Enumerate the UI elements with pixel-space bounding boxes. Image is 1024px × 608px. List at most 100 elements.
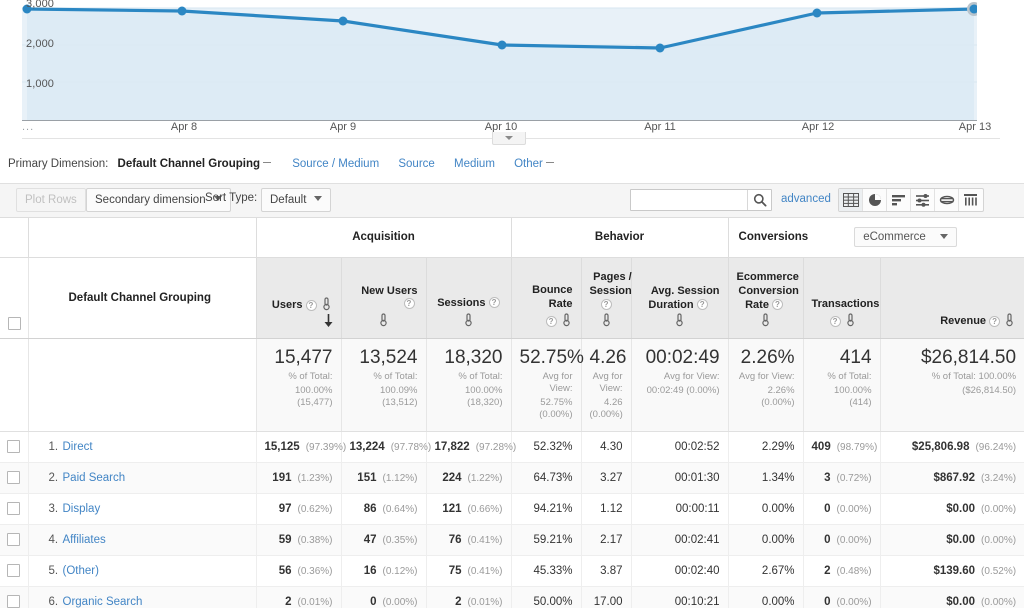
metric-thermometer-icon[interactable] <box>464 312 473 330</box>
row-revenue-value: $0.00 <box>946 502 976 515</box>
row-checkbox[interactable] <box>7 564 21 577</box>
pivot-view-button[interactable] <box>959 189 983 211</box>
totals-users: 15,477 % of Total: 100.00% (15,477) <box>256 338 342 432</box>
conversions-type-select[interactable]: eCommerce <box>854 227 957 248</box>
metric-thermometer-icon[interactable] <box>322 296 331 314</box>
row-dimension-link[interactable]: Organic Search <box>63 596 143 608</box>
row-users: 191 (1.23%) <box>256 462 342 494</box>
primary-dimension-current[interactable]: Default Channel Grouping <box>118 158 260 170</box>
row-dimension-link[interactable]: Paid Search <box>63 472 126 484</box>
row-new-users: 0 (0.00%) <box>341 586 427 608</box>
row-revenue-pct: (0.00%) <box>981 503 1017 515</box>
row-checkbox[interactable] <box>7 471 21 484</box>
row-revenue-pct: (0.00%) <box>981 534 1017 546</box>
search-input[interactable] <box>631 190 747 210</box>
column-header-transactions[interactable]: Transactions ? <box>803 257 881 339</box>
row-dimension-link[interactable]: Direct <box>63 441 93 453</box>
row-checkbox[interactable] <box>7 533 21 546</box>
column-header-dimension[interactable]: Default Channel Grouping <box>28 257 257 339</box>
group-header-acquisition: Acquisition <box>256 218 512 258</box>
column-header-sessions[interactable]: Sessions? <box>426 257 512 339</box>
totals-transactions-sub2: 100.00% (414) <box>834 384 872 408</box>
metric-thermometer-icon[interactable] <box>562 312 571 330</box>
metric-thermometer-icon[interactable] <box>675 312 684 330</box>
row-transactions-pct: (0.72%) <box>836 472 872 484</box>
row-avg-duration: 00:10:21 <box>631 586 729 608</box>
select-all-cell <box>0 257 29 339</box>
metric-thermometer-icon[interactable] <box>1005 312 1014 330</box>
column-header-new-users-label: New Users <box>361 284 418 297</box>
row-sessions: 17,822 (97.28%) <box>426 431 516 463</box>
performance-view-button[interactable] <box>887 189 911 211</box>
column-header-bounce-rate[interactable]: Bounce Rate ? <box>511 257 582 339</box>
metric-thermometer-icon[interactable] <box>846 312 855 330</box>
table-column-header-row: Default Channel Grouping Users? New User… <box>0 257 1024 339</box>
help-icon[interactable]: ? <box>829 315 841 327</box>
row-transactions: 3 (0.72%) <box>803 462 881 494</box>
metric-thermometer-icon[interactable] <box>761 312 770 330</box>
totals-dimension-cell <box>28 338 257 432</box>
comparison-view-button[interactable] <box>911 189 935 211</box>
plot-rows-button[interactable]: Plot Rows <box>16 188 86 212</box>
metric-thermometer-icon[interactable] <box>379 312 388 330</box>
table-row[interactable]: 2. Paid Search 191 (1.23%) 151 (1.12%) 224 (… <box>0 462 1024 494</box>
help-icon[interactable]: ? <box>989 315 1001 327</box>
column-header-users[interactable]: Users? <box>256 257 342 339</box>
search-icon <box>753 193 767 207</box>
primary-dimension-other[interactable]: Other <box>514 158 543 170</box>
totals-pages-session-sub1: Avg for View: <box>592 370 623 394</box>
help-icon[interactable]: ? <box>403 298 415 310</box>
chart-expand-toggle[interactable] <box>492 132 526 145</box>
row-bounce-rate: 94.21% <box>511 493 582 525</box>
column-header-users-label: Users <box>271 298 303 311</box>
pie-chart-view-button[interactable] <box>863 189 887 211</box>
table-view-button[interactable] <box>839 189 863 211</box>
table-row[interactable]: 5. (Other) 56 (0.36%) 16 (0.12%) 75 (0.41%) … <box>0 555 1024 587</box>
help-icon[interactable]: ? <box>545 315 557 327</box>
term-cloud-view-button[interactable] <box>935 189 959 211</box>
primary-dimension-source[interactable]: Source <box>398 158 434 170</box>
row-checkbox[interactable] <box>7 502 21 515</box>
sort-type-button[interactable]: Default <box>261 188 332 212</box>
primary-dimension-medium[interactable]: Medium <box>454 158 495 170</box>
column-header-avg-session-duration[interactable]: Avg. Session Duration? <box>631 257 729 339</box>
row-dimension-link[interactable]: (Other) <box>63 565 99 577</box>
row-ecom-rate: 0.00% <box>728 524 804 556</box>
column-header-pages-session[interactable]: Pages / Session ? <box>581 257 632 339</box>
column-header-ecommerce-conversion-rate[interactable]: Ecommerce Conversion Rate? <box>728 257 804 339</box>
table-row[interactable]: 4. Affiliates 59 (0.38%) 47 (0.35%) 76 (0.41… <box>0 524 1024 556</box>
view-type-icon-group <box>838 188 984 212</box>
row-avg-duration-value: 00:02:41 <box>674 533 720 546</box>
select-all-checkbox[interactable] <box>8 316 21 330</box>
other-chevron-down-icon[interactable] <box>545 162 554 164</box>
row-transactions-value: 0 <box>824 502 831 515</box>
row-pages-session: 17.00 <box>581 586 632 608</box>
column-header-revenue[interactable]: Revenue? <box>880 257 1024 339</box>
help-icon[interactable]: ? <box>305 299 317 311</box>
primary-dimension-source-medium[interactable]: Source / Medium <box>292 158 379 170</box>
help-icon[interactable]: ? <box>600 299 612 311</box>
table-row[interactable]: 1. Direct 15,125 (97.39%) 13,224 (97.78%) 1… <box>0 431 1024 463</box>
row-sessions: 2 (0.01%) <box>426 586 512 608</box>
help-icon[interactable]: ? <box>696 299 708 311</box>
row-dimension-link[interactable]: Display <box>63 503 101 515</box>
row-checkbox[interactable] <box>7 595 21 608</box>
row-ecom-rate-value: 2.29% <box>761 440 795 453</box>
table-row[interactable]: 6. Organic Search 2 (0.01%) 0 (0.00%) 2 (0.0… <box>0 586 1024 608</box>
row-transactions-pct: (0.00%) <box>836 596 872 608</box>
chevron-down-icon[interactable] <box>263 162 272 164</box>
row-dimension-link[interactable]: Affiliates <box>63 534 106 546</box>
search-button[interactable] <box>747 190 771 210</box>
metric-thermometer-icon[interactable] <box>602 312 611 330</box>
table-row[interactable]: 3. Display 97 (0.62%) 86 (0.64%) 121 (0.66%)… <box>0 493 1024 525</box>
row-checkbox[interactable] <box>7 440 21 453</box>
advanced-filter-link[interactable]: advanced <box>781 193 831 205</box>
row-ecom-rate-value: 0.00% <box>761 502 795 515</box>
row-sessions-value: 121 <box>442 502 462 515</box>
help-icon[interactable]: ? <box>771 299 783 311</box>
help-icon[interactable]: ? <box>488 297 500 309</box>
row-ecom-rate-value: 0.00% <box>761 595 795 608</box>
sort-descending-icon[interactable] <box>324 313 333 330</box>
table-totals-row: 15,477 % of Total: 100.00% (15,477) 13,5… <box>0 338 1024 432</box>
column-header-new-users[interactable]: New Users? <box>341 257 427 339</box>
